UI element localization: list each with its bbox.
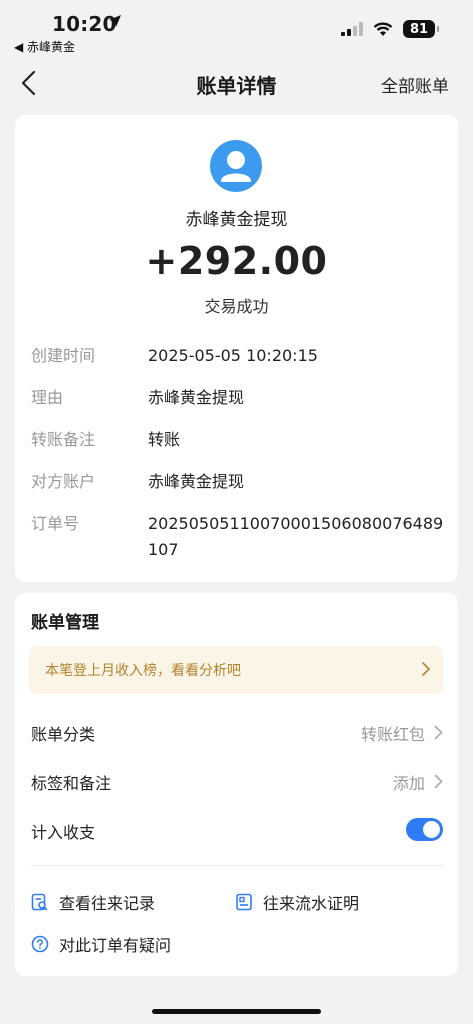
tags-notes-row[interactable]: 标签和备注 添加 — [31, 770, 443, 796]
records-search-icon — [31, 893, 48, 911]
question-icon — [31, 935, 49, 953]
detail-value: 转账 — [148, 430, 181, 449]
statement-proof-link[interactable]: 往来流水证明 — [235, 890, 359, 914]
income-ranking-banner[interactable]: 本笔登上月收入榜，看看分析吧 — [29, 646, 443, 694]
detail-value: 赤峰黄金提现 — [148, 388, 245, 407]
order-question-label: 对此订单有疑问 — [59, 936, 172, 955]
bill-category-row[interactable]: 账单分类 转账红包 — [31, 721, 443, 747]
bill-category-label: 账单分类 — [31, 725, 96, 744]
detail-label: 理由 — [31, 388, 64, 407]
section-title: 账单管理 — [31, 613, 99, 633]
chevron-right-icon — [434, 725, 443, 740]
detail-label: 转账备注 — [31, 430, 96, 449]
banner-text: 本笔登上月收入榜，看看分析吧 — [45, 663, 241, 679]
location-arrow-icon — [109, 15, 121, 27]
transaction-status: 交易成功 — [204, 297, 269, 316]
detail-label: 订单号 — [31, 514, 80, 533]
detail-value: 赤峰黄金提现 — [148, 472, 245, 491]
status-bar: 10:20 ◀ 赤峰黄金 81 — [0, 0, 473, 58]
transaction-details: 创建时间 2025-05-05 10:20:15 理由 赤峰黄金提现 转账备注 … — [31, 345, 451, 581]
detail-row-reason: 理由 赤峰黄金提现 — [31, 387, 451, 411]
order-question-link[interactable]: 对此订单有疑问 — [31, 932, 171, 956]
tags-notes-value: 添加 — [392, 774, 425, 793]
bill-management-card: 账单管理 本笔登上月收入榜，看看分析吧 账单分类 转账红包 标签和备注 添加 计… — [15, 593, 458, 976]
detail-row-counterparty: 对方账户 赤峰黄金提现 — [31, 471, 451, 495]
statement-icon — [236, 893, 252, 911]
user-avatar-icon — [210, 140, 262, 192]
detail-label: 创建时间 — [31, 346, 96, 365]
battery-icon: 81 — [403, 20, 439, 38]
divider — [31, 865, 443, 866]
detail-row-created-time: 创建时间 2025-05-05 10:20:15 — [31, 345, 451, 369]
chevron-right-icon — [422, 662, 431, 676]
nav-bar: 账单详情 全部账单 — [0, 58, 473, 110]
view-records-label: 查看往来记录 — [59, 894, 156, 913]
chevron-right-icon — [434, 774, 443, 789]
tags-notes-label: 标签和备注 — [31, 774, 112, 793]
transaction-amount: +292.00 — [145, 239, 328, 283]
wifi-icon — [373, 22, 393, 36]
transaction-card: 赤峰黄金提现 +292.00 交易成功 创建时间 2025-05-05 10:2… — [15, 115, 458, 582]
home-indicator[interactable] — [152, 1009, 321, 1014]
include-in-budget-row: 计入收支 — [31, 818, 443, 845]
detail-label: 对方账户 — [31, 472, 96, 491]
signal-icon — [341, 22, 363, 36]
bill-category-value: 转账红包 — [360, 725, 425, 744]
payee-name: 赤峰黄金提现 — [185, 210, 288, 230]
include-in-budget-label: 计入收支 — [31, 823, 96, 842]
statement-proof-label: 往来流水证明 — [263, 894, 360, 913]
view-records-link[interactable]: 查看往来记录 — [31, 890, 155, 914]
include-in-budget-toggle[interactable] — [406, 818, 443, 841]
order-number[interactable]: 20250505110070001506080076489107 — [148, 511, 448, 563]
back-to-app-link[interactable]: ◀ 赤峰黄金 — [14, 38, 75, 55]
all-bills-button[interactable]: 全部账单 — [381, 72, 449, 97]
status-time: 10:20 — [52, 12, 117, 36]
detail-row-transfer-note: 转账备注 转账 — [31, 429, 451, 453]
detail-value: 2025-05-05 10:20:15 — [148, 346, 318, 365]
detail-row-order-number: 订单号 20250505110070001506080076489107 — [31, 513, 451, 563]
status-indicators: 81 — [341, 20, 439, 38]
